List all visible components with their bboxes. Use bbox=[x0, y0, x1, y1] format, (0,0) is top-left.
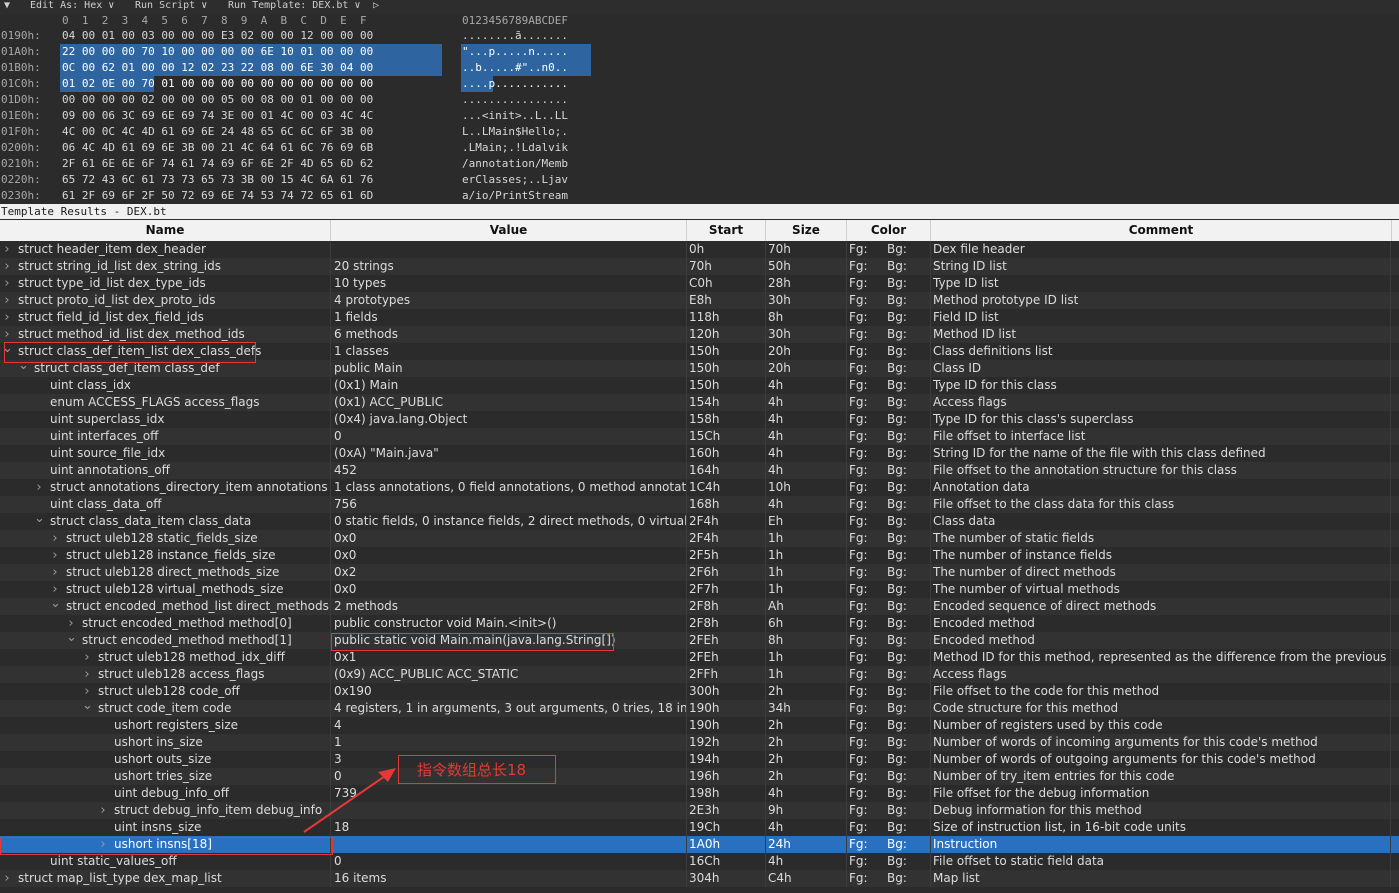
annotation-arrow-line bbox=[303, 773, 389, 833]
annotation-arrow bbox=[303, 768, 396, 833]
